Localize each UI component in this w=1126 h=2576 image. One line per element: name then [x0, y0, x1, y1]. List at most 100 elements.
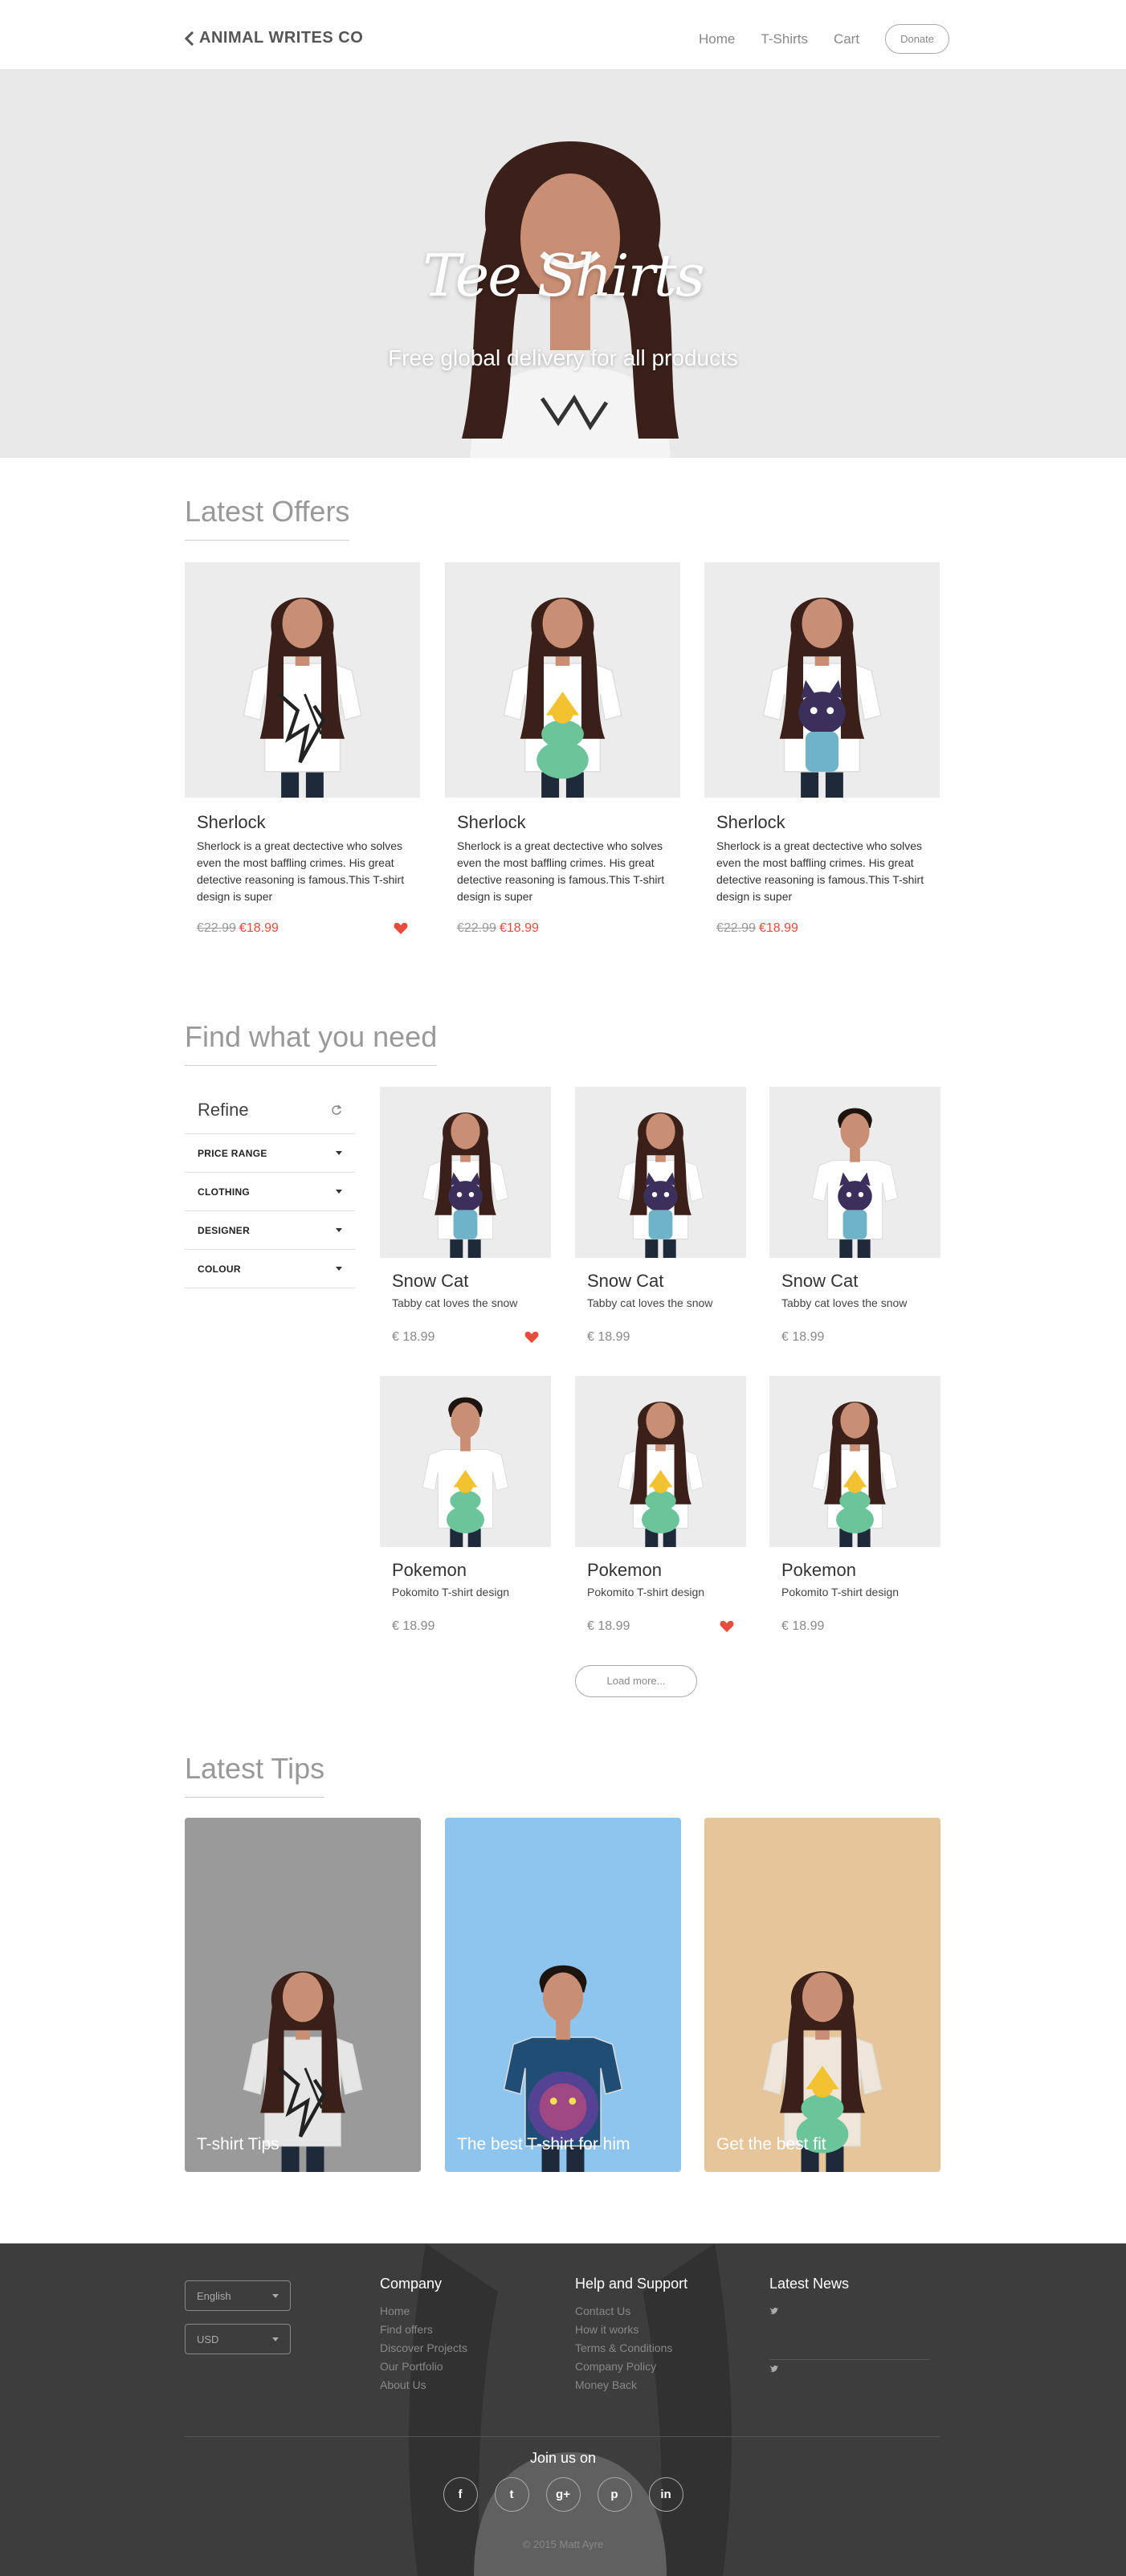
filter-colour[interactable]: COLOUR	[185, 1250, 355, 1288]
product-price: € 18.99	[587, 1330, 630, 1344]
tip-label: T-shirt Tips	[197, 2135, 279, 2153]
filter-clothing[interactable]: CLOTHING	[185, 1173, 355, 1211]
footer-support-title: Help and Support	[575, 2276, 688, 2292]
offer-name[interactable]: Sherlock	[185, 812, 420, 833]
offer-price-row: €22.99 €18.99	[185, 921, 420, 936]
product-card[interactable]: Snow Cat Tabby cat loves the snow € 18.99	[769, 1087, 940, 1345]
filter-label: CLOTHING	[198, 1186, 251, 1198]
offer-image[interactable]	[445, 562, 680, 798]
currency-select[interactable]: USD	[185, 2324, 291, 2354]
footer-link-home[interactable]: Home	[380, 2302, 467, 2321]
product-description: Tabby cat loves the snow	[392, 1296, 518, 1309]
old-price: €22.99	[197, 921, 236, 935]
footer-link-terms[interactable]: Terms & Conditions	[575, 2339, 687, 2358]
social-links: f t g+ p in	[0, 2477, 1126, 2512]
twitter-icon[interactable]: t	[494, 2477, 529, 2512]
filter-label: COLOUR	[198, 1263, 241, 1275]
product-name[interactable]: Snow Cat	[575, 1271, 746, 1292]
footer-link-policy[interactable]: Company Policy	[575, 2358, 687, 2376]
product-card[interactable]: Snow Cat Tabby cat loves the snow € 18.99	[380, 1087, 551, 1345]
refresh-icon[interactable]	[331, 1104, 342, 1116]
offer-card[interactable]: Sherlock Sherlock is a great dectective w…	[445, 562, 680, 936]
twitter-icon	[770, 2365, 778, 2372]
latest-tips-heading: Latest Tips	[185, 1752, 325, 1798]
top-navbar: ANIMAL WRITES CO Home T-Shirts Cart Dona…	[0, 0, 1126, 69]
footer-link-about[interactable]: About Us	[380, 2376, 467, 2394]
footer-company-column: Company Home Find offers Discover Projec…	[380, 2276, 467, 2394]
sale-price: €18.99	[239, 921, 279, 935]
footer-news-title: Latest News	[769, 2276, 850, 2292]
footer-link-portfolio[interactable]: Our Portfolio	[380, 2358, 467, 2376]
load-more-button[interactable]: Load more...	[575, 1665, 697, 1697]
product-name[interactable]: Snow Cat	[380, 1271, 551, 1292]
product-price: € 18.99	[587, 1619, 630, 1633]
donate-button[interactable]: Donate	[885, 24, 949, 54]
facebook-icon[interactable]: f	[443, 2477, 478, 2512]
product-image[interactable]	[769, 1087, 940, 1258]
heart-icon[interactable]	[524, 1331, 539, 1344]
google-plus-icon[interactable]: g+	[545, 2477, 581, 2512]
filter-price-range[interactable]: PRICE RANGE	[185, 1134, 355, 1173]
footer-company-title: Company	[380, 2276, 443, 2292]
footer-link-contact[interactable]: Contact Us	[575, 2302, 687, 2321]
nav-tshirts-link[interactable]: T-Shirts	[761, 31, 808, 47]
offer-image[interactable]	[704, 562, 940, 798]
footer-link-discover[interactable]: Discover Projects	[380, 2339, 467, 2358]
language-select[interactable]: English	[185, 2280, 291, 2311]
footer-support-column: Help and Support Contact Us How it works…	[575, 2276, 687, 2394]
product-image[interactable]	[380, 1087, 551, 1258]
filter-designer[interactable]: DESIGNER	[185, 1211, 355, 1250]
footer-link-money-back[interactable]: Money Back	[575, 2376, 687, 2394]
footer-link-how-it-works[interactable]: How it works	[575, 2321, 687, 2339]
footer: English USD Company Home Find offers Dis…	[0, 2243, 1126, 2576]
offer-name[interactable]: Sherlock	[704, 812, 940, 833]
tip-card[interactable]: The best T-shirt for him	[445, 1818, 681, 2172]
hero-subtitle: Free global delivery for all products	[388, 345, 738, 370]
filter-label: PRICE RANGE	[198, 1147, 267, 1159]
refine-panel: Refine PRICE RANGE CLOTHING DESIGNER COL…	[185, 1086, 355, 1288]
product-price: € 18.99	[781, 1619, 825, 1633]
product-price-row: € 18.99	[575, 1619, 746, 1634]
product-name[interactable]: Pokemon	[575, 1560, 746, 1581]
heart-icon[interactable]	[720, 1620, 734, 1633]
product-name[interactable]: Pokemon	[769, 1560, 940, 1581]
footer-divider	[185, 2436, 940, 2437]
product-price: € 18.99	[781, 1330, 825, 1344]
nav-home-link[interactable]: Home	[699, 31, 735, 47]
product-card[interactable]: Snow Cat Tabby cat loves the snow € 18.99	[575, 1087, 746, 1345]
product-price-row: € 18.99	[575, 1330, 746, 1345]
footer-link-find-offers[interactable]: Find offers	[380, 2321, 467, 2339]
filter-label: DESIGNER	[198, 1224, 251, 1236]
tip-label: The best T-shirt for him	[457, 2135, 630, 2153]
nav-cart-link[interactable]: Cart	[834, 31, 859, 47]
product-card[interactable]: Pokemon Pokomito T-shirt design € 18.99	[769, 1376, 940, 1634]
offer-image[interactable]	[185, 562, 420, 798]
product-image[interactable]	[380, 1376, 551, 1547]
product-name[interactable]: Pokemon	[380, 1560, 551, 1581]
news-item[interactable]	[769, 2302, 930, 2360]
linkedin-icon[interactable]: in	[648, 2477, 683, 2512]
product-card[interactable]: Pokemon Pokomito T-shirt design € 18.99	[380, 1376, 551, 1634]
product-image[interactable]	[575, 1087, 746, 1258]
offer-name[interactable]: Sherlock	[445, 812, 680, 833]
product-image[interactable]	[769, 1376, 940, 1547]
hero-banner: Tee Shirts Free global delivery for all …	[0, 69, 1126, 458]
product-image[interactable]	[575, 1376, 746, 1547]
footer-news-column: Latest News	[769, 2276, 930, 2418]
offer-price-row: €22.99 €18.99	[445, 921, 680, 936]
brand-logo[interactable]: ANIMAL WRITES CO	[185, 29, 363, 47]
offer-price-row: €22.99 €18.99	[704, 921, 940, 936]
news-item[interactable]	[769, 2360, 930, 2418]
tip-card[interactable]: T-shirt Tips	[185, 1818, 421, 2172]
heart-icon[interactable]	[394, 922, 408, 935]
tip-image	[185, 1818, 421, 2172]
tip-image	[445, 1818, 681, 2172]
join-us-label: Join us on	[529, 2450, 597, 2466]
product-card[interactable]: Pokemon Pokomito T-shirt design € 18.99	[575, 1376, 746, 1634]
pinterest-icon[interactable]: p	[597, 2477, 632, 2512]
currency-value: USD	[197, 2333, 219, 2345]
offer-card[interactable]: Sherlock Sherlock is a great dectective w…	[704, 562, 940, 936]
product-name[interactable]: Snow Cat	[769, 1271, 940, 1292]
tip-card[interactable]: Get the best fit	[704, 1818, 940, 2172]
offer-card[interactable]: Sherlock Sherlock is a great dectective w…	[185, 562, 420, 936]
